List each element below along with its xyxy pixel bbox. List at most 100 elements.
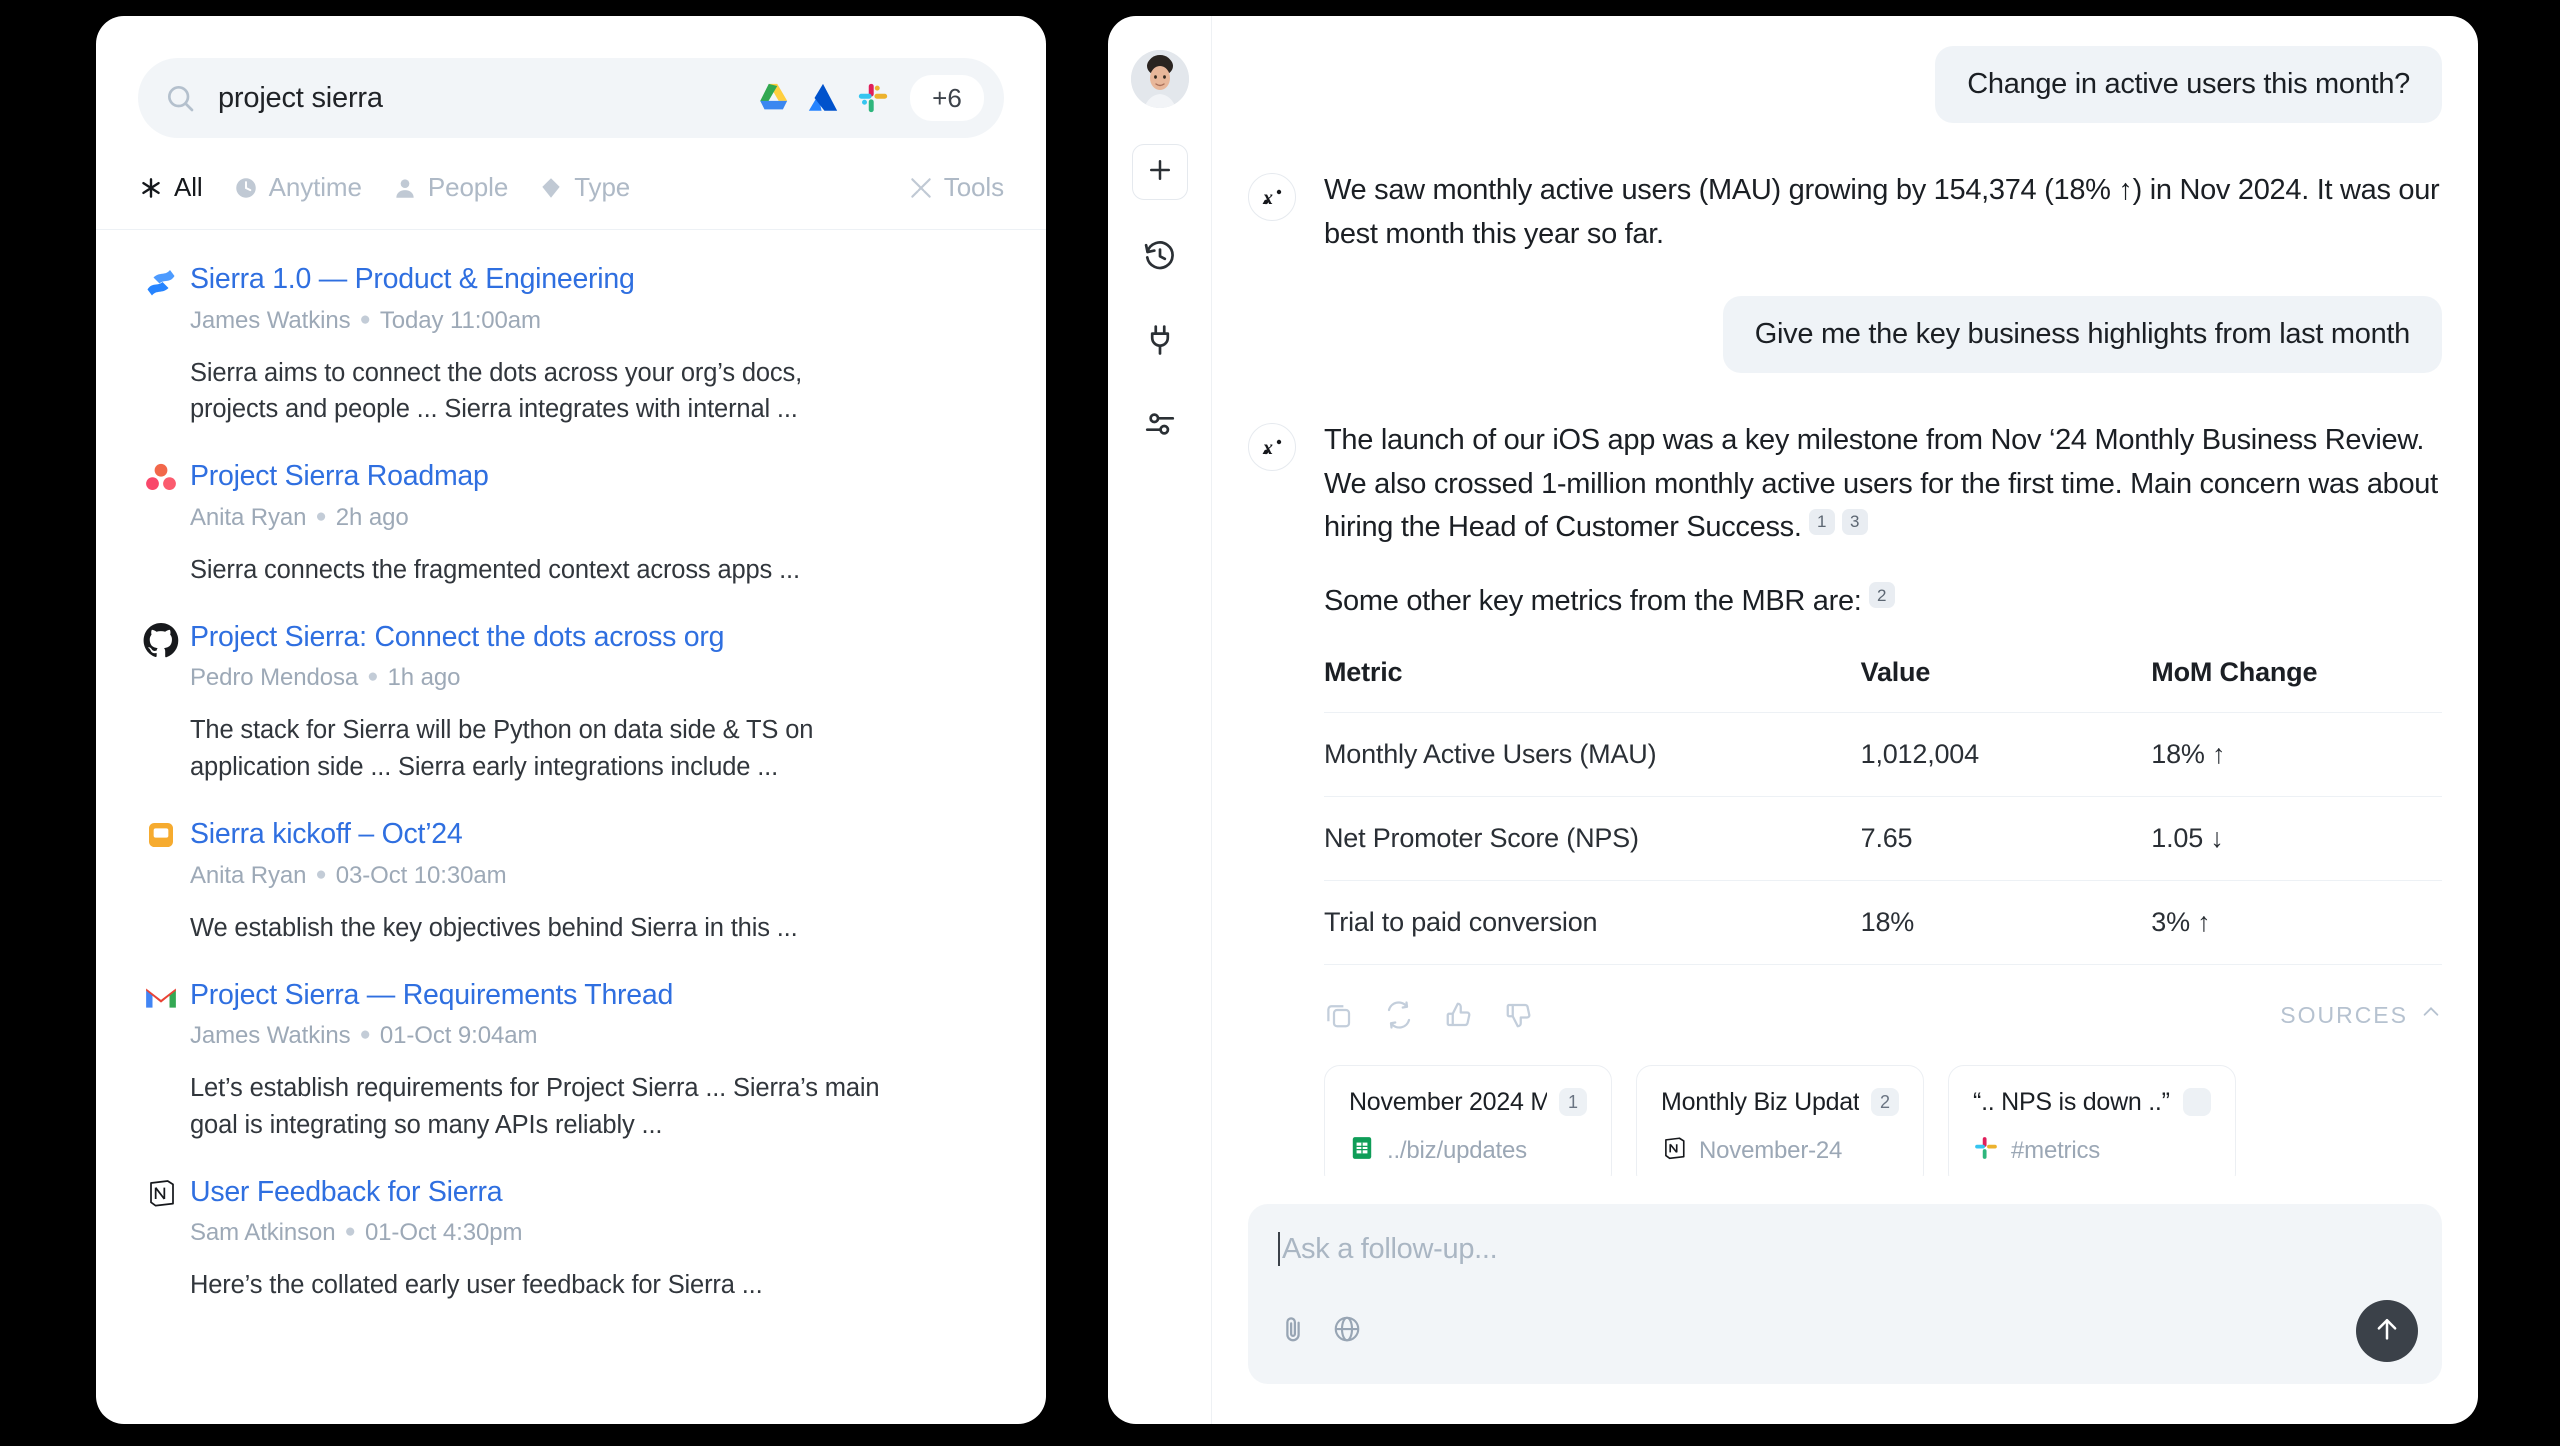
arrow-up-icon: ↑: [2212, 739, 2226, 769]
result-body: Sierra kickoff – Oct’24 Anita Ryan ● 03-Oc…: [184, 817, 1004, 946]
meta-dot: ●: [367, 666, 379, 688]
metrics-table-body: Monthly Active Users (MAU) 1,012,004 18%…: [1324, 712, 2442, 965]
citation-chip[interactable]: 1: [1808, 508, 1835, 535]
thumbs-up-icon[interactable]: [1444, 995, 1492, 1035]
diamond-icon: [538, 175, 564, 201]
notion-icon: [1661, 1135, 1687, 1166]
attach-icon[interactable]: [1278, 1314, 1308, 1349]
more-apps-badge[interactable]: +6: [910, 75, 984, 121]
result-item[interactable]: Project Sierra — Requirements Thread Jam…: [138, 946, 1004, 1143]
source-card-bottom: #metrics: [1973, 1135, 2211, 1166]
copy-icon[interactable]: [1324, 995, 1372, 1035]
result-body: User Feedback for Sierra Sam Atkinson ● 01…: [184, 1175, 1004, 1304]
meta-dot: ●: [359, 308, 371, 330]
assistant-paragraph-text: Some other key metrics from the MBR are:: [1324, 584, 1862, 617]
metrics-table-head: Metric Value MoM Change: [1324, 657, 2442, 713]
search-bar[interactable]: project sierra +6: [138, 58, 1004, 138]
result-title[interactable]: Sierra 1.0 — Product & Engineering: [190, 262, 1004, 298]
google-drive-icon[interactable]: [756, 81, 790, 115]
history-button[interactable]: [1134, 232, 1186, 284]
source-card-bottom: ../biz/updates: [1349, 1135, 1587, 1166]
clock-icon: [233, 175, 259, 201]
composer-container: Ask a follow-up...: [1212, 1176, 2478, 1424]
filter-all[interactable]: All: [138, 172, 203, 203]
result-item[interactable]: Sierra kickoff – Oct’24 Anita Ryan ● 03-Oc…: [138, 785, 1004, 946]
cell-value: 7.65: [1860, 796, 2152, 881]
result-author: Anita Ryan: [190, 861, 307, 889]
source-card-path: November-24: [1699, 1136, 1843, 1164]
svg-text:x: x: [1262, 437, 1273, 459]
result-title[interactable]: Sierra kickoff – Oct’24: [190, 817, 1004, 853]
result-item[interactable]: Project Sierra: Connect the dots across …: [138, 588, 1004, 785]
filter-type[interactable]: Type: [538, 172, 630, 203]
cell-value: 18%: [1860, 880, 2152, 965]
tools-button[interactable]: Tools: [908, 172, 1004, 203]
result-title[interactable]: User Feedback for Sierra: [190, 1175, 1004, 1211]
integrations-button[interactable]: [1134, 316, 1186, 368]
table-header-row: Metric Value MoM Change: [1324, 657, 2442, 713]
new-chat-button[interactable]: [1131, 144, 1188, 200]
connected-apps: +6: [756, 75, 984, 121]
cell-change: 18% ↑: [2151, 712, 2442, 797]
assistant-message: x The launch of our iOS app was a key mi…: [1248, 419, 2442, 1176]
cell-change: 1.05 ↓: [2151, 796, 2442, 881]
result-body: Project Sierra Roadmap Anita Ryan ● 2h ago…: [184, 459, 1004, 588]
sources-toggle[interactable]: SOURCES: [2280, 1001, 2442, 1029]
result-item[interactable]: Sierra 1.0 — Product & Engineering James…: [138, 230, 1004, 427]
thumbs-down-icon[interactable]: [1504, 995, 1552, 1035]
notion-icon: [138, 1175, 184, 1221]
source-card[interactable]: “.. NPS is down ..” #metrics: [1948, 1065, 2236, 1176]
composer[interactable]: Ask a follow-up...: [1248, 1204, 2442, 1384]
user-avatar[interactable]: [1130, 50, 1189, 108]
result-meta: Anita Ryan ● 03-Oct 10:30am: [190, 862, 1004, 890]
cell-metric: Net Promoter Score (NPS): [1324, 796, 1861, 881]
result-meta: James Watkins ● Today 11:00am: [190, 307, 1004, 335]
cell-value: 1,012,004: [1860, 712, 2152, 797]
send-button[interactable]: [2356, 1300, 2418, 1362]
chat-column: Change in active users this month? x We …: [1212, 16, 2478, 1424]
change-value: 3%: [2151, 907, 2190, 937]
google-sheets-icon: [1349, 1135, 1375, 1166]
result-item[interactable]: User Feedback for Sierra Sam Atkinson ● 01…: [138, 1143, 1004, 1304]
result-body: Sierra 1.0 — Product & Engineering James…: [184, 262, 1004, 427]
search-icon: [164, 82, 196, 114]
result-author: Sam Atkinson: [190, 1219, 336, 1247]
svg-text:x: x: [1262, 187, 1273, 209]
search-input[interactable]: project sierra: [218, 82, 756, 115]
result-time: 01-Oct 9:04am: [379, 1022, 538, 1050]
followup-input[interactable]: Ask a follow-up...: [1278, 1232, 2412, 1266]
result-item[interactable]: Project Sierra Roadmap Anita Ryan ● 2h ago…: [138, 427, 1004, 588]
filter-row: All Anytime People Type Tools: [96, 138, 1046, 203]
composer-tools: [1278, 1314, 2412, 1349]
citation-chip[interactable]: 2: [1868, 582, 1895, 609]
atlassian-icon[interactable]: [806, 81, 840, 115]
citation-chip[interactable]: 3: [1841, 508, 1868, 535]
result-title[interactable]: Project Sierra — Requirements Thread: [190, 978, 1004, 1014]
table-row: Monthly Active Users (MAU) 1,012,004 18%…: [1324, 712, 2442, 797]
slack-icon[interactable]: [856, 81, 890, 115]
filter-people[interactable]: People: [392, 172, 508, 203]
globe-icon[interactable]: [1332, 1314, 1362, 1349]
result-title[interactable]: Project Sierra Roadmap: [190, 459, 1004, 495]
results-list: Sierra 1.0 — Product & Engineering James…: [96, 230, 1046, 1304]
settings-button[interactable]: [1134, 400, 1186, 452]
filter-type-label: Type: [574, 172, 631, 202]
source-card-top: Monthly Biz Update 2: [1661, 1088, 1899, 1117]
filter-type-people-label: People: [427, 172, 509, 202]
metrics-table: Metric Value MoM Change Monthly Active U…: [1324, 657, 2442, 965]
result-title[interactable]: Project Sierra: Connect the dots across …: [190, 620, 1004, 656]
source-cards: November 2024 MBR 1 ../biz/updates: [1324, 1065, 2442, 1176]
source-card-title: November 2024 MBR: [1349, 1088, 1547, 1116]
filter-anytime[interactable]: Anytime: [233, 172, 362, 203]
source-card[interactable]: November 2024 MBR 1 ../biz/updates: [1324, 1065, 1612, 1176]
arrow-up-icon: ↑: [2197, 907, 2211, 937]
source-card-top: “.. NPS is down ..”: [1973, 1088, 2211, 1117]
refresh-icon[interactable]: [1384, 995, 1432, 1035]
confluence-icon: [138, 262, 184, 308]
source-card[interactable]: Monthly Biz Update 2 November-24: [1636, 1065, 1924, 1176]
assistant-message-body: The launch of our iOS app was a key mile…: [1296, 419, 2442, 1176]
result-author: James Watkins: [190, 1022, 351, 1050]
assistant-avatar-icon: x: [1248, 423, 1296, 471]
change-value: 18%: [2151, 739, 2205, 769]
result-body: Project Sierra — Requirements Thread Jam…: [184, 978, 1004, 1143]
